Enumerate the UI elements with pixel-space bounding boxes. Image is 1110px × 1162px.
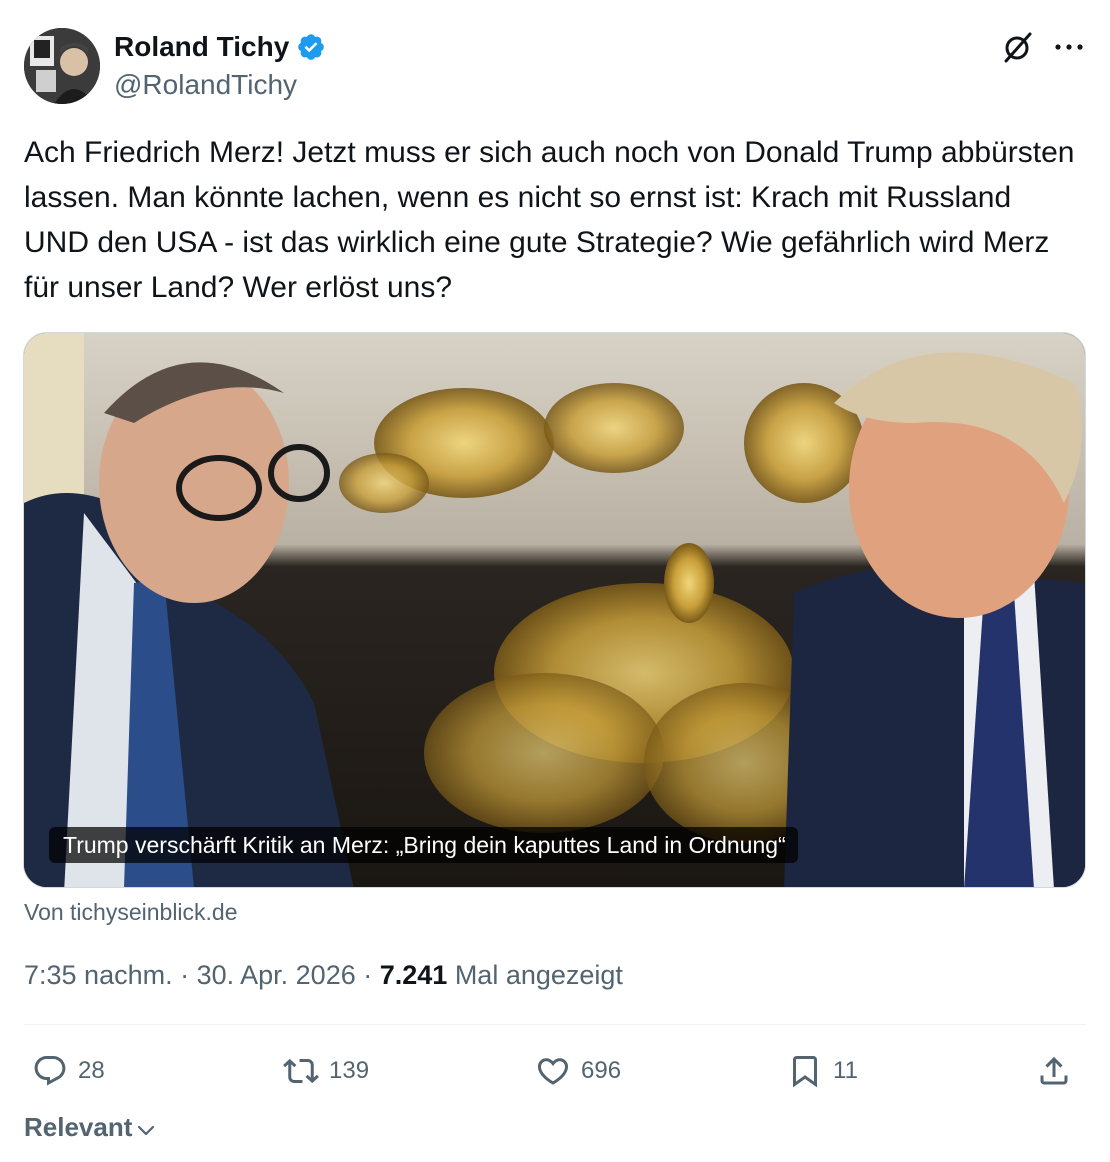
reply-button[interactable]: 28 xyxy=(32,1048,105,1094)
tweet-date[interactable]: 30. Apr. 2026 xyxy=(197,960,356,990)
share-icon xyxy=(1040,1056,1068,1085)
tweet-text: Ach Friedrich Merz! Jetzt muss er sich a… xyxy=(24,136,1075,304)
heart-icon xyxy=(537,1058,569,1085)
reply-icon xyxy=(34,1056,66,1086)
tweet-metadata: 7:35 nachm. · 30. Apr. 2026 · 7.241 Mal … xyxy=(24,958,623,992)
bookmark-count: 11 xyxy=(833,1057,858,1084)
retweet-icon xyxy=(283,1058,319,1084)
link-card-image[interactable]: Trump verschärft Kritik an Merz: „Bring … xyxy=(23,332,1086,888)
like-count: 696 xyxy=(581,1057,622,1084)
author-avatar[interactable] xyxy=(24,28,100,104)
retweet-count: 139 xyxy=(329,1057,370,1084)
meta-separator: · xyxy=(355,960,380,990)
views-label: Mal angezeigt xyxy=(447,960,623,990)
views-count: 7.241 xyxy=(379,960,448,990)
share-button[interactable] xyxy=(1036,1048,1072,1094)
divider xyxy=(24,1024,1086,1025)
like-button[interactable]: 696 xyxy=(535,1048,621,1094)
author-display-name[interactable]: Roland Tichy xyxy=(114,29,289,65)
reply-count: 28 xyxy=(78,1057,105,1084)
bookmark-button[interactable]: 11 xyxy=(787,1048,858,1094)
tweet-time[interactable]: 7:35 nachm. xyxy=(24,960,173,990)
sort-label: Relevant xyxy=(24,1112,133,1142)
card-caption[interactable]: Trump verschärft Kritik an Merz: „Bring … xyxy=(49,827,798,863)
meta-separator: · xyxy=(172,960,197,990)
bookmark-icon xyxy=(793,1056,817,1088)
verified-badge-icon[interactable] xyxy=(296,32,326,62)
retweet-button[interactable]: 139 xyxy=(283,1048,369,1094)
card-photo xyxy=(24,333,1085,887)
card-source[interactable]: Von tichyseinblick.de xyxy=(24,898,238,926)
reply-sort-dropdown[interactable]: Relevant xyxy=(24,1112,156,1143)
chevron-down-icon xyxy=(138,1125,155,1135)
author-handle[interactable]: @RolandTichy xyxy=(114,68,297,102)
more-options-icon[interactable] xyxy=(1052,34,1086,60)
author-name-row[interactable]: Roland Tichy xyxy=(114,29,326,65)
grok-icon[interactable] xyxy=(1000,30,1034,64)
